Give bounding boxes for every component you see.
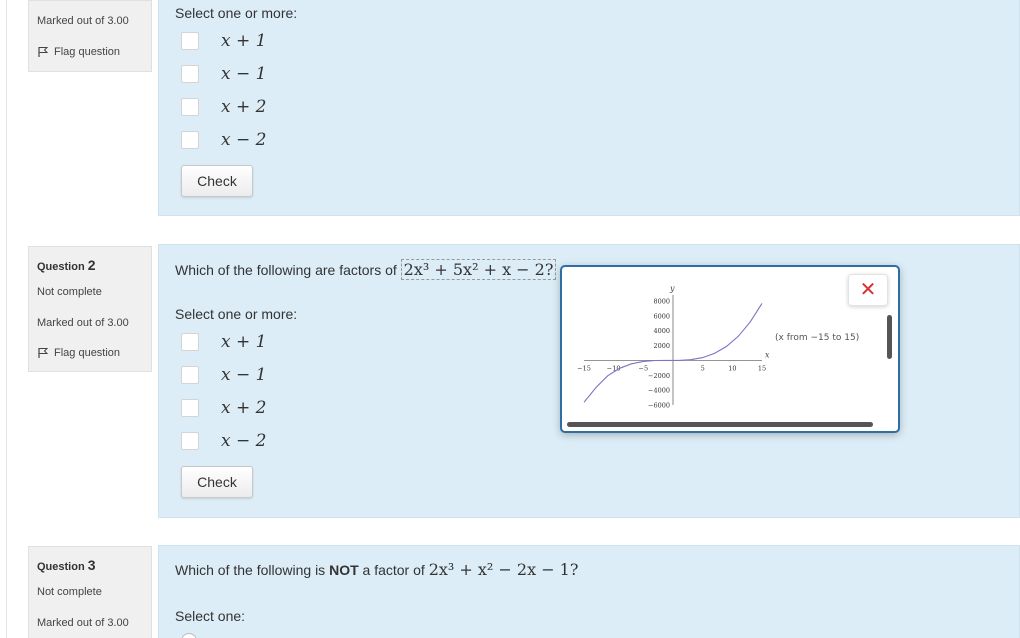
check-button[interactable]: Check xyxy=(181,165,253,197)
select-prompt: Select one or more: xyxy=(175,306,298,322)
check-button[interactable]: Check xyxy=(181,466,253,498)
question-1-content: Select one or more: x + 1 x − 1 x + 2 x … xyxy=(158,0,1020,216)
y-tick-label: −4000 xyxy=(648,387,670,395)
question-number: Question 2 xyxy=(37,257,96,273)
y-tick-label: 6000 xyxy=(653,312,670,320)
question-text: Which of the following are factors of 2x… xyxy=(175,259,557,280)
quiz-page: Marked out of 3.00 Flag question Select … xyxy=(0,0,1020,638)
option-2[interactable]: x − 1 xyxy=(181,64,266,84)
flag-question-link[interactable]: Flag question xyxy=(37,347,120,359)
option-checkbox[interactable] xyxy=(181,131,199,149)
option-radio[interactable] xyxy=(181,633,197,638)
x-tick-label: 5 xyxy=(701,364,705,372)
graph-popup: xy −15 −10 −5 5 10 15 8000 6000 4000 2000 −2000 −40… xyxy=(560,265,900,433)
question-number: Question 3 xyxy=(37,557,96,573)
close-popup-button[interactable]: ✕ xyxy=(848,274,888,306)
question-3-content: Which of the following is NOT a factor o… xyxy=(158,545,1020,638)
question-label: Question xyxy=(37,561,85,573)
y-axis-label: y xyxy=(669,284,675,293)
question-text-pre: Which of the following is xyxy=(175,562,326,578)
option-4[interactable]: x − 2 xyxy=(181,431,266,451)
option-checkbox[interactable] xyxy=(181,399,199,417)
page-divider xyxy=(6,0,7,638)
y-tick-label: −2000 xyxy=(648,372,670,380)
y-tick-label: 4000 xyxy=(653,327,670,335)
option-checkbox[interactable] xyxy=(181,366,199,384)
option-label: x + 1 xyxy=(221,31,267,51)
function-graph: xy −15 −10 −5 5 10 158000600040002000−2000−40… xyxy=(577,284,770,410)
marked-out-of: Marked out of 3.00 xyxy=(37,317,129,329)
option-label: x + 2 xyxy=(221,97,267,117)
x-range-note: (x from −15 to 15) xyxy=(775,333,860,343)
question-text-emphasis: NOT xyxy=(329,562,359,578)
flag-question-label: Flag question xyxy=(54,46,121,58)
marked-out-of: Marked out of 3.00 xyxy=(37,617,129,629)
flag-question-label: Flag question xyxy=(54,347,121,359)
option-label: x + 2 xyxy=(221,398,267,418)
question-text-label: Which of the following are factors of xyxy=(175,262,397,278)
question-3-info: Question 3 Not complete Marked out of 3.… xyxy=(28,546,152,638)
question-text: Which of the following is NOT a factor o… xyxy=(175,560,578,579)
question-2-info: Question 2 Not complete Marked out of 3.… xyxy=(28,246,152,372)
question-status: Not complete xyxy=(37,586,102,598)
x-tick-label: −15 xyxy=(577,364,591,372)
option-1[interactable]: x + 1 xyxy=(181,332,266,352)
x-tick-label: −5 xyxy=(639,364,649,372)
option-2[interactable]: x − 1 xyxy=(181,365,266,385)
option-1[interactable] xyxy=(181,633,197,638)
option-4[interactable]: x − 2 xyxy=(181,130,266,150)
option-checkbox[interactable] xyxy=(181,65,199,83)
question-number-value: 2 xyxy=(87,257,96,273)
select-prompt: Select one: xyxy=(175,608,246,624)
question-text-post: a factor of xyxy=(362,562,425,578)
option-1[interactable]: x + 1 xyxy=(181,31,266,51)
flag-question-link[interactable]: Flag question xyxy=(37,46,120,58)
option-checkbox[interactable] xyxy=(181,333,199,351)
flag-icon xyxy=(38,47,49,57)
graph-ticks: −15 −10 −5 5 10 158000600040002000−2000−4000−… xyxy=(577,298,766,410)
option-checkbox[interactable] xyxy=(181,98,199,116)
graph-axes: xy xyxy=(584,284,770,405)
option-label: x − 1 xyxy=(221,64,267,84)
option-label: x − 1 xyxy=(221,365,267,385)
option-checkbox[interactable] xyxy=(181,32,199,50)
x-axis-label: x xyxy=(765,350,770,359)
option-label: x − 2 xyxy=(221,130,267,150)
marked-out-of: Marked out of 3.00 xyxy=(37,15,129,27)
math-expression: 2x³ + x² − 2x − 1? xyxy=(428,560,579,579)
question-1-info: Marked out of 3.00 Flag question xyxy=(28,0,152,72)
math-expression[interactable]: 2x³ + 5x² + x − 2? xyxy=(400,259,557,280)
y-tick-label: 8000 xyxy=(653,298,670,306)
question-label: Question xyxy=(37,261,85,273)
x-tick-label: 15 xyxy=(758,364,766,372)
vertical-scrollbar[interactable] xyxy=(887,315,892,359)
flag-icon xyxy=(38,348,49,358)
option-3[interactable]: x + 2 xyxy=(181,398,266,418)
question-status: Not complete xyxy=(37,286,102,298)
horizontal-scrollbar[interactable] xyxy=(567,422,873,427)
option-label: x − 2 xyxy=(221,431,267,451)
option-label: x + 1 xyxy=(221,332,267,352)
y-tick-label: 2000 xyxy=(653,342,670,350)
select-prompt: Select one or more: xyxy=(175,5,298,21)
y-tick-label: −6000 xyxy=(648,402,670,410)
x-tick-label: 10 xyxy=(728,364,736,372)
question-number-value: 3 xyxy=(87,557,96,573)
option-3[interactable]: x + 2 xyxy=(181,97,266,117)
option-checkbox[interactable] xyxy=(181,432,199,450)
